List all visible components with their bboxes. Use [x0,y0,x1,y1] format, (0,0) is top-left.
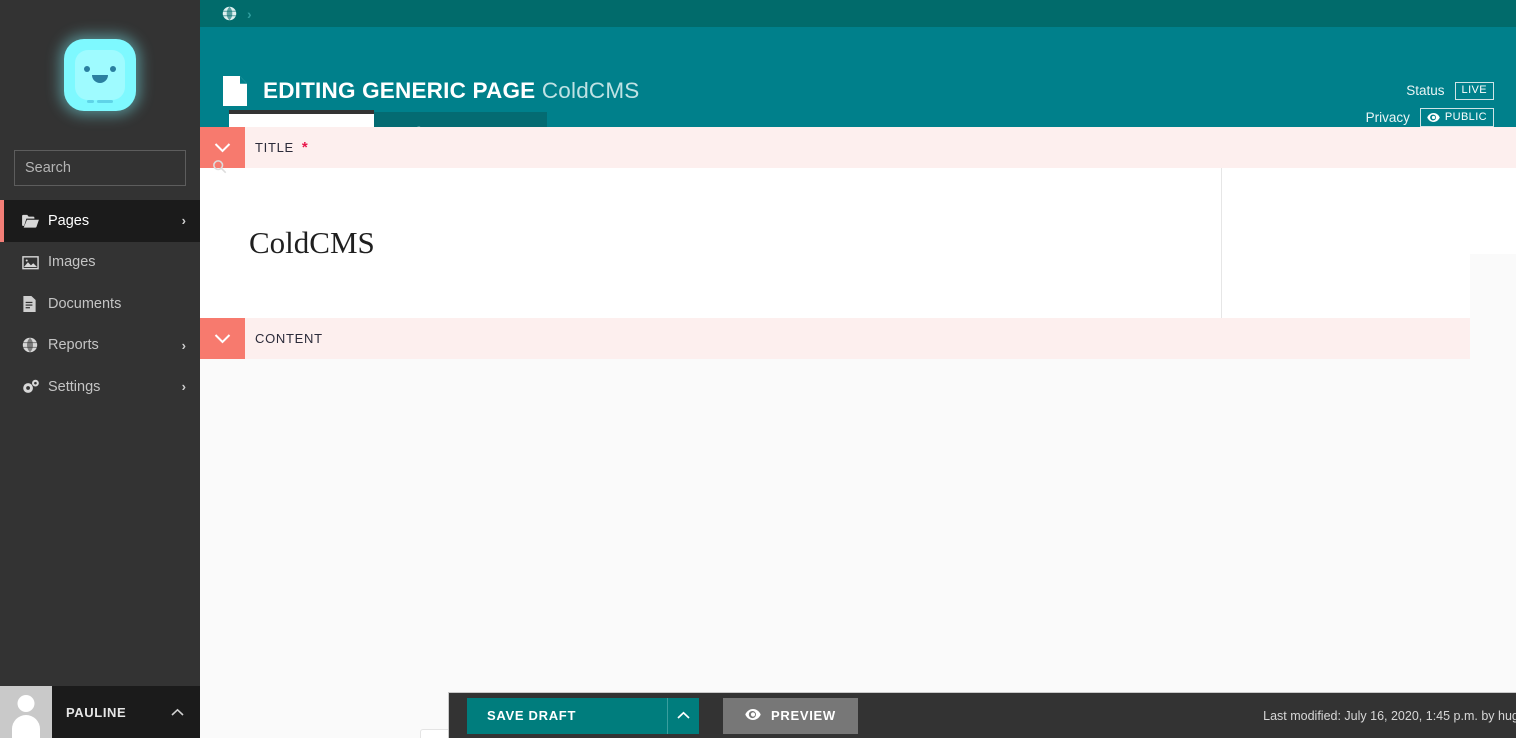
chevron-right-icon: › [182,213,186,228]
image-icon [22,255,48,270]
required-marker: * [302,139,309,156]
avatar [0,686,52,738]
breadcrumb-chevron-icon: › [247,6,252,22]
content-section-label: CONTENT [255,331,323,346]
title-section-header: TITLE * [200,127,1516,168]
title-input[interactable] [200,168,1222,318]
privacy-badge-label: PUBLIC [1445,112,1487,123]
action-bar: SAVE DRAFT PREVIEW Last modified: July 1… [448,692,1516,738]
chevron-right-icon: › [182,379,186,394]
page-title-name: ColdCMS [542,78,640,103]
status-label: Status [1406,83,1444,98]
content-section-header: CONTENT [200,318,1516,359]
last-modified-text: Last modified: July 16, 2020, 1:45 p.m. … [1263,709,1516,723]
sidebar-item-label: Settings [48,379,182,395]
eye-icon [1427,112,1440,124]
user-name: PAULINE [52,705,171,720]
privacy-badge[interactable]: PUBLIC [1420,108,1494,127]
sidebar-item-images[interactable]: Images [0,242,200,284]
search-input[interactable] [25,160,212,176]
page-title-prefix: EDITING GENERIC PAGE [263,78,535,103]
breadcrumb: › [200,0,1516,27]
sidebar-item-label: Images [48,254,186,270]
streamfield-body: ✖ Carousel [200,359,1516,534]
block-type-picker: ✖ Carousel [200,359,1516,534]
content-collapse-toggle[interactable] [200,318,245,359]
chevron-up-icon[interactable] [171,705,200,720]
document-icon [22,296,48,312]
form-right-gutter [1470,254,1516,738]
save-options-toggle[interactable] [667,698,699,734]
site-globe-icon[interactable] [222,6,237,21]
main-area: › EDITING GENERIC PAGE ColdCMS Status LI… [200,0,1516,738]
logo[interactable] [0,0,200,150]
title-section-title: TITLE * [245,127,1516,168]
sidebar-item-label: Pages [48,213,182,229]
save-draft-button[interactable]: SAVE DRAFT [467,698,667,734]
page-title: EDITING GENERIC PAGE ColdCMS [263,78,640,104]
edit-form: TITLE * CONTENT ✖ [200,127,1516,738]
gears-icon [22,379,48,395]
status-badge[interactable]: LIVE [1455,82,1494,100]
user-menu[interactable]: PAULINE [0,686,200,738]
sidebar-item-reports[interactable]: Reports › [0,325,200,367]
coldcms-robot-logo-icon [64,39,136,111]
page-document-icon [223,76,247,106]
footer-meta: Last modified: July 16, 2020, 1:45 p.m. … [1263,703,1516,728]
search-icon[interactable] [212,159,227,177]
sidebar-item-label: Reports [48,337,182,353]
save-draft-group: SAVE DRAFT [467,698,699,734]
sidebar: Pages › Images Documents [0,0,200,738]
title-field-wrapper [200,168,1516,318]
page-title-group: EDITING GENERIC PAGE ColdCMS [223,76,640,106]
title-section-label: TITLE [255,140,294,155]
eye-icon [745,708,761,723]
folder-open-icon [22,214,48,228]
preview-button[interactable]: PREVIEW [723,698,858,734]
preview-button-label: PREVIEW [771,708,836,723]
globe-icon [22,337,48,353]
chevron-right-icon: › [182,338,186,353]
status-row: Status LIVE [1308,77,1494,104]
content-section-title: CONTENT [245,318,1516,359]
sidebar-item-pages[interactable]: Pages › [0,200,200,242]
sidebar-item-settings[interactable]: Settings › [0,366,200,408]
privacy-label: Privacy [1366,110,1410,125]
sidebar-item-documents[interactable]: Documents [0,283,200,325]
search-box[interactable] [14,150,186,186]
sidebar-item-label: Documents [48,296,186,312]
status-badge-label: LIVE [1462,85,1487,96]
